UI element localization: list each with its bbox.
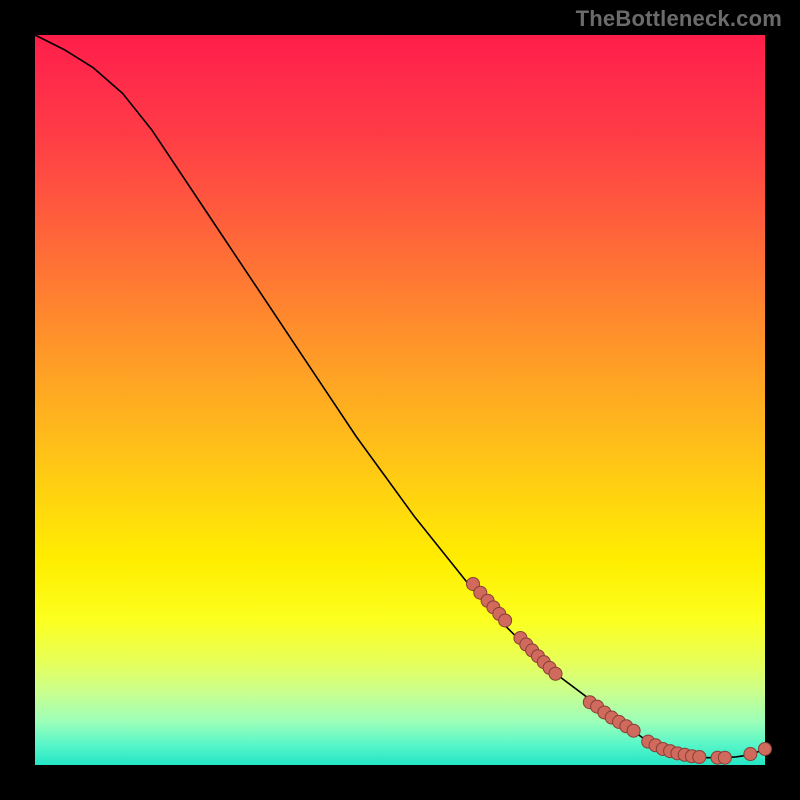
chart-frame: TheBottleneck.com bbox=[0, 0, 800, 800]
scatter-dot bbox=[549, 667, 562, 680]
scatter-dot bbox=[718, 751, 731, 764]
curve-line bbox=[35, 35, 765, 758]
scatter-dot bbox=[693, 750, 706, 763]
scatter-dots bbox=[467, 577, 772, 764]
scatter-dot bbox=[759, 742, 772, 755]
plot-area bbox=[35, 35, 765, 765]
scatter-dot bbox=[744, 748, 757, 761]
watermark-text: TheBottleneck.com bbox=[576, 6, 782, 32]
chart-svg bbox=[35, 35, 765, 765]
scatter-dot bbox=[499, 614, 512, 627]
scatter-dot bbox=[627, 724, 640, 737]
